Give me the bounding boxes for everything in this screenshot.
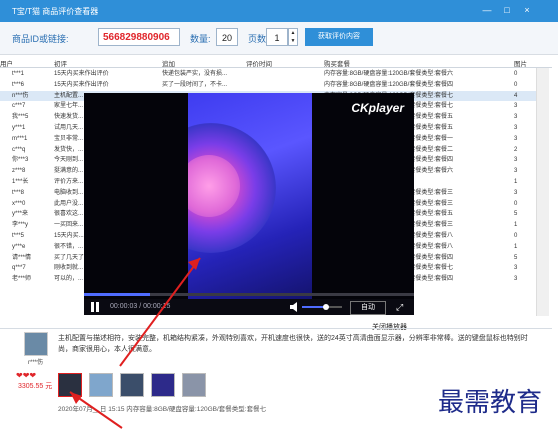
annotation-arrows bbox=[69, 257, 201, 429]
watermark: 最需教育 bbox=[438, 388, 543, 418]
arrow-head-2 bbox=[70, 392, 82, 404]
arrow-head-1 bbox=[188, 258, 200, 270]
arrow-line-1 bbox=[119, 257, 201, 367]
